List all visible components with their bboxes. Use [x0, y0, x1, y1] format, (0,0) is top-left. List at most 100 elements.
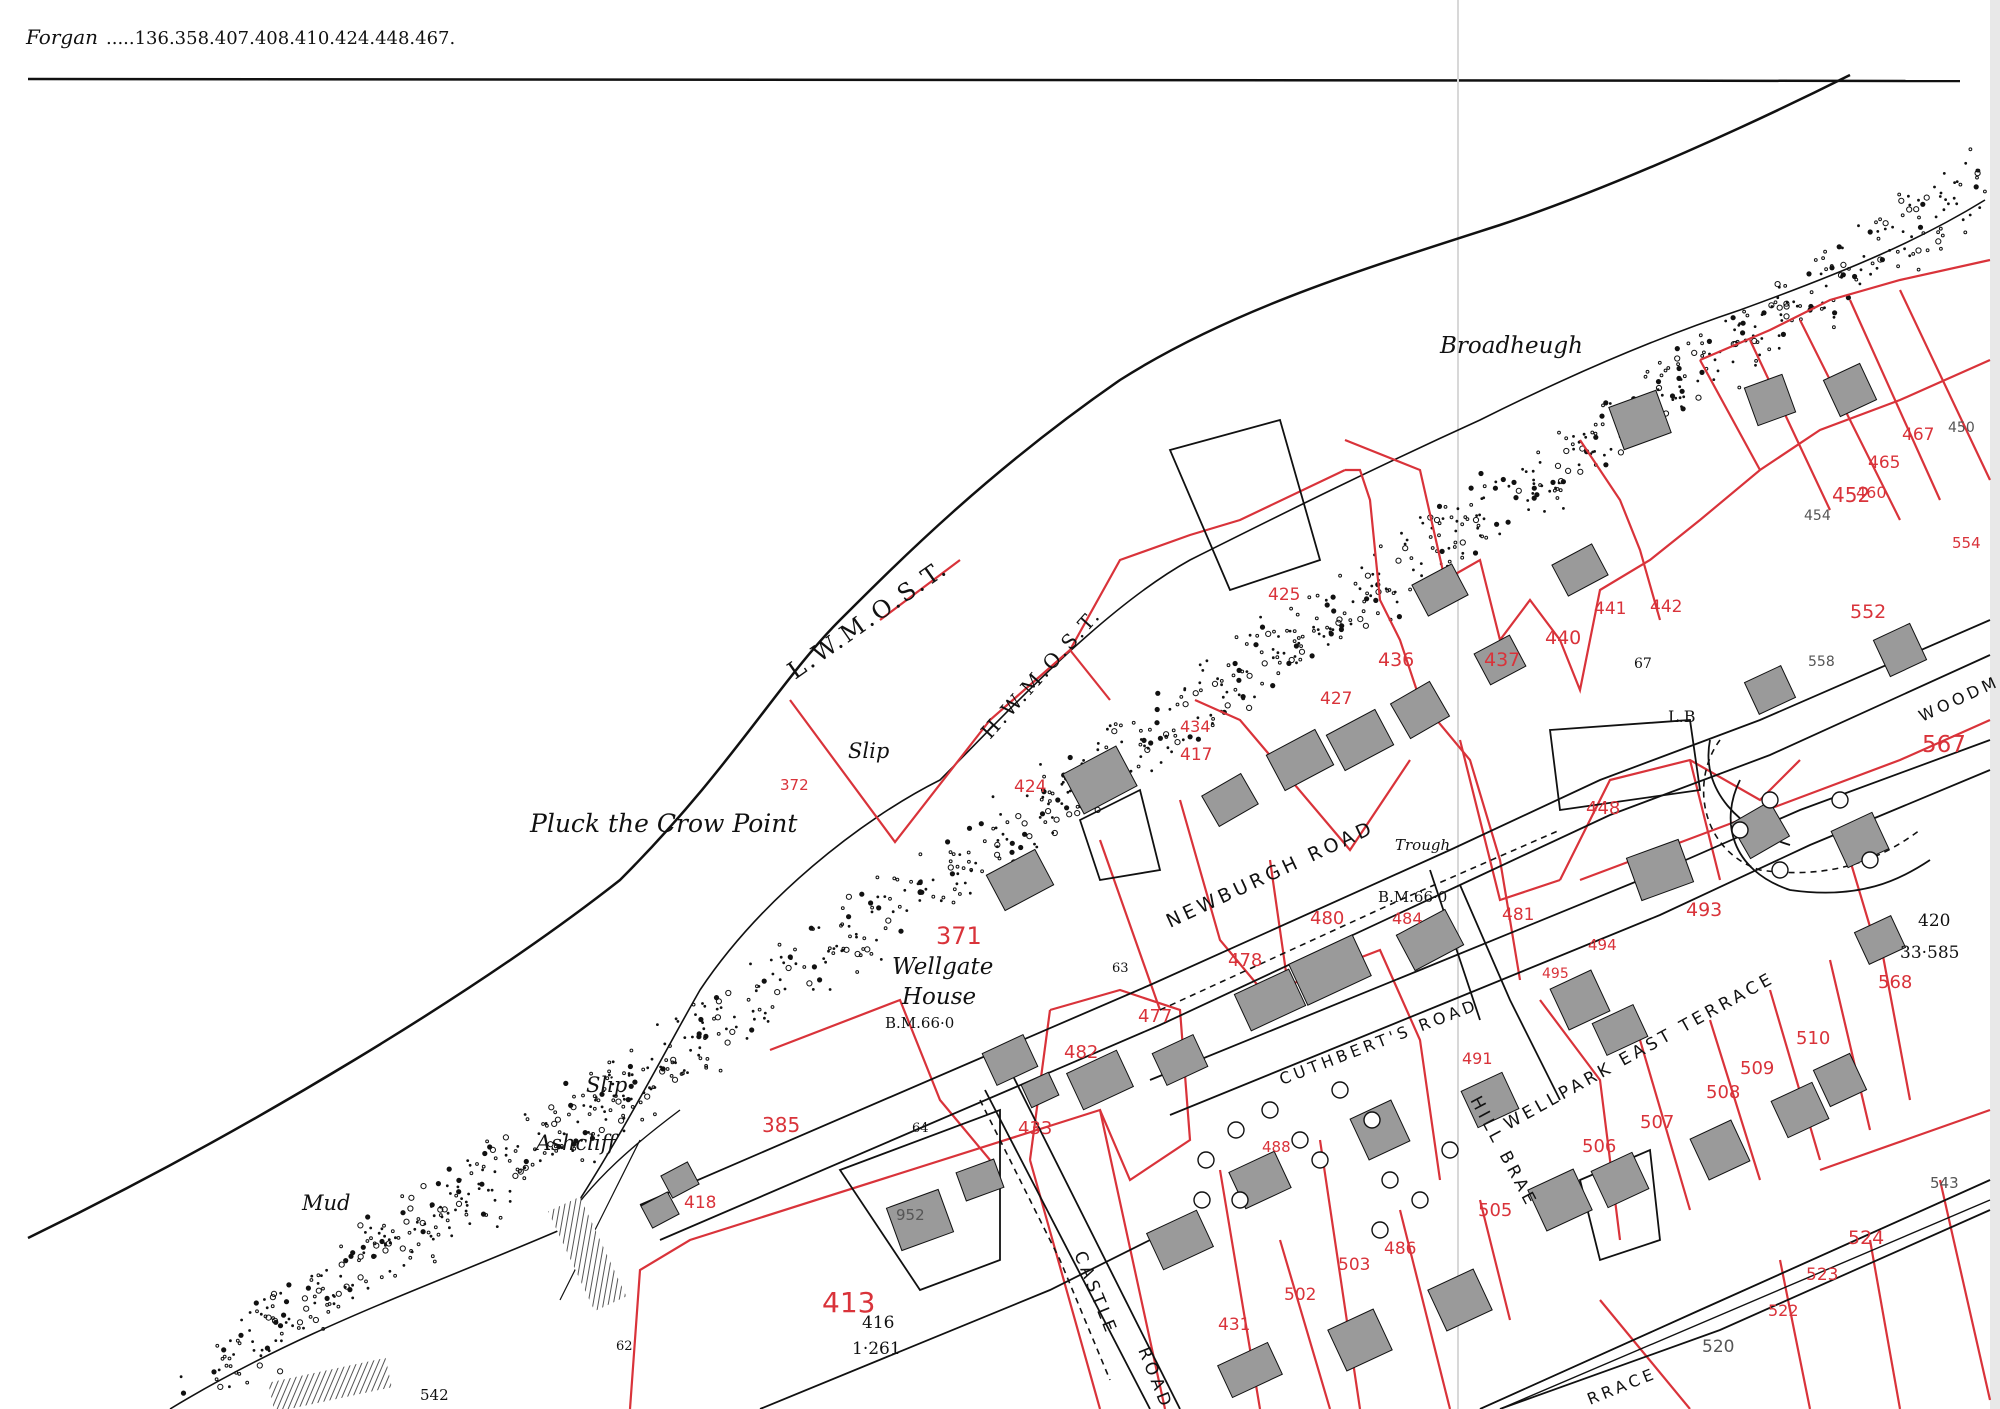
stipple-dot	[939, 899, 943, 903]
stipple-dot	[1221, 695, 1225, 699]
stipple-dot	[407, 1205, 414, 1212]
stipple-dot	[477, 1187, 481, 1190]
stipple-dot	[806, 980, 813, 987]
stipple-dot	[974, 861, 978, 865]
stipple-dot	[1657, 360, 1662, 365]
stipple-dot	[924, 887, 928, 891]
tree-symbol	[1411, 1191, 1429, 1209]
stipple-dot	[1396, 614, 1402, 620]
stipple-dot	[622, 1097, 626, 1101]
stipple-dot	[1472, 550, 1479, 556]
stipple-dot	[1774, 281, 1781, 288]
stipple-dot	[1702, 350, 1706, 355]
parcel-number-524: 524	[1848, 1227, 1884, 1249]
stipple-dot	[991, 795, 995, 799]
stipple-dot	[1420, 574, 1423, 578]
stipple-dot	[1660, 393, 1664, 397]
stipple-dot	[746, 997, 751, 1002]
stipple-dot	[1175, 702, 1180, 707]
stipple-dot	[1476, 523, 1481, 528]
stipple-dot	[382, 1247, 389, 1254]
stipple-dot	[1913, 206, 1920, 213]
stipple-dot	[1096, 742, 1100, 745]
stipple-dot	[1074, 810, 1081, 817]
stipple-dot	[876, 895, 880, 899]
stipple-dot	[1679, 388, 1685, 394]
stipple-dot	[1210, 723, 1215, 728]
stipple-dot	[515, 1167, 520, 1172]
stipple-dot	[1201, 669, 1205, 672]
stipple-dot	[1947, 202, 1950, 206]
parcel-number-480: 480	[1310, 908, 1344, 929]
stipple-dot	[778, 978, 782, 982]
stipple-dot	[622, 1129, 626, 1133]
stipple-dot	[1183, 688, 1187, 692]
stipple-dot	[1231, 673, 1236, 678]
stipple-dot	[1357, 616, 1364, 623]
stipple-dot	[1119, 723, 1123, 728]
stipple-dot	[1211, 717, 1215, 721]
parcel-number-440: 440	[1545, 627, 1581, 649]
stipple-dot	[966, 850, 971, 855]
stipple-dot	[1617, 449, 1625, 456]
stipple-dot	[592, 1106, 597, 1111]
stipple-dot	[1051, 831, 1055, 835]
stipple-dot	[454, 1193, 459, 1198]
stipple-dot	[1524, 470, 1528, 473]
stipple-dot	[650, 1057, 654, 1061]
stipple-dot	[783, 987, 787, 991]
stipple-dot	[1819, 272, 1823, 276]
stipple-dot	[1482, 484, 1487, 489]
stipple-dot	[553, 1110, 558, 1115]
stipple-dot	[296, 1326, 301, 1330]
stipple-dot	[1441, 517, 1445, 520]
stipple-dot	[1246, 704, 1253, 712]
stipple-dot	[1418, 516, 1422, 519]
stipple-dot	[1232, 660, 1238, 667]
stipple-dot	[270, 1290, 278, 1298]
stipple-dot	[1211, 680, 1219, 688]
stipple-dot	[1419, 562, 1423, 565]
stipple-dot	[1832, 325, 1836, 330]
stipple-dot	[753, 1017, 756, 1021]
stipple-dot	[1983, 189, 1987, 194]
stipple-dot	[490, 1188, 494, 1192]
survey-annotations: B.M.66·0 B.M.66·0 420 33·585 416 1·261 6…	[420, 656, 1959, 1404]
tree-symbol	[1731, 821, 1749, 839]
stipple-dot	[589, 1105, 592, 1108]
parcel-number-952: 952	[896, 1206, 925, 1224]
stipple-dot	[1150, 769, 1154, 773]
stipple-dot	[1536, 450, 1541, 455]
stipple-dot	[383, 1234, 386, 1238]
stipple-dot	[1603, 453, 1606, 457]
stipple-dot	[581, 1093, 585, 1098]
parcel-number-505: 505	[1478, 1200, 1512, 1221]
stipple-dot	[495, 1225, 499, 1228]
stipple-dot	[905, 909, 909, 912]
stipple-dot	[951, 852, 956, 856]
stipple-dot	[248, 1311, 252, 1314]
stipple-dot	[481, 1168, 484, 1172]
stipple-dot	[369, 1236, 373, 1241]
stipple-dot	[1874, 220, 1878, 225]
stipple-dot	[433, 1225, 438, 1230]
stipple-dot	[1298, 648, 1306, 655]
stipple-dot	[467, 1192, 470, 1196]
stipple-dot	[1288, 629, 1292, 633]
stipple-dot	[265, 1306, 269, 1310]
parcel-number-454: 454	[1804, 508, 1831, 524]
stipple-dot	[429, 1234, 433, 1238]
stipple-dot	[1944, 198, 1947, 202]
stipple-dot	[1698, 333, 1703, 338]
stipple-dot	[854, 932, 858, 936]
stipple-dot	[309, 1278, 314, 1282]
stipple-dot	[1593, 434, 1599, 440]
stipple-dot	[701, 1002, 704, 1005]
benchmark-wellgate: B.M.66·0	[885, 1014, 954, 1032]
stipple-dot	[388, 1269, 392, 1273]
stipple-dot	[1526, 499, 1530, 502]
parcel-number-467: 467	[1902, 425, 1934, 445]
stipple-dot	[648, 1086, 651, 1090]
stipple-dot	[339, 1274, 343, 1278]
stipple-dot	[848, 934, 852, 939]
